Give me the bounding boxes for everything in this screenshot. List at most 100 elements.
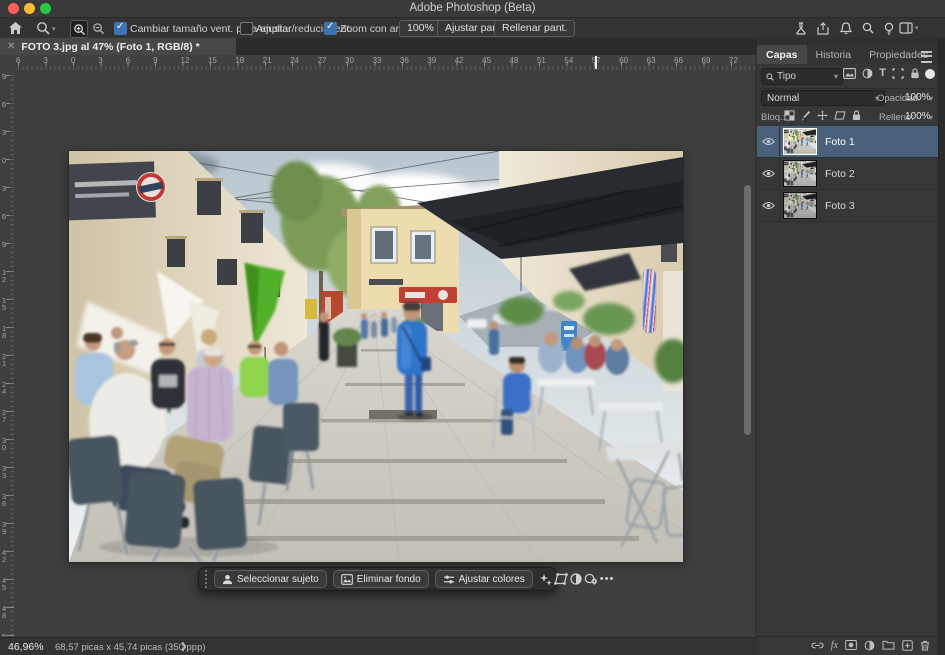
search-icon: [766, 73, 774, 81]
zoom-out-icon[interactable]: [90, 20, 106, 36]
adjust-colors-label: Ajustar colores: [459, 574, 525, 585]
adjust-colors-button[interactable]: Ajustar colores: [435, 570, 533, 588]
option-checkbox-0[interactable]: [114, 22, 127, 35]
layer-visibility-toggle[interactable]: [757, 190, 780, 221]
layer-thumbnail[interactable]: [784, 193, 816, 218]
pixel-filter-icon[interactable]: [843, 68, 856, 79]
layer-row-2[interactable]: Foto 2: [757, 158, 938, 190]
group-icon[interactable]: [882, 640, 895, 650]
zoom-100-button[interactable]: 100%: [399, 20, 442, 37]
layer-name[interactable]: Foto 2: [825, 168, 855, 180]
layer-row-3[interactable]: Foto 3: [757, 190, 938, 222]
layer-thumbnail[interactable]: [784, 129, 816, 154]
new-layer-icon[interactable]: [902, 640, 913, 651]
shape-filter-icon[interactable]: [892, 68, 904, 79]
layer-filter-label: Tipo: [777, 71, 796, 82]
layer-list: Foto 1 Foto 2 Foto 3: [757, 126, 938, 222]
eye-icon: [762, 169, 775, 178]
lock-row: Bloq.: Relleno: 100% ▾: [757, 107, 938, 127]
lock-transparency-icon[interactable]: [784, 110, 795, 121]
taskbar-drag-handle[interactable]: [205, 570, 207, 588]
layer-visibility-toggle[interactable]: [757, 158, 780, 189]
tool-preset-chevron-icon[interactable]: ▾: [52, 25, 56, 33]
blend-mode-row: Normal ▾ Opacidad: 100% ▾: [757, 88, 938, 107]
document-canvas-photo[interactable]: [69, 151, 683, 562]
tab-historia[interactable]: Historia: [807, 45, 861, 64]
discover-icon[interactable]: [881, 20, 897, 36]
ruler-cursor-indicator: [595, 56, 597, 69]
search-icon[interactable]: [860, 20, 876, 36]
zoom-in-icon[interactable]: [70, 20, 88, 38]
document-tab-bar: ✕ FOTO 3.jpg al 47% (Foto 1, RGB/8) *: [0, 38, 757, 55]
layers-panel: Capas Historia Propiedades Tipo ▾ T Norm: [757, 45, 938, 655]
blend-mode-select[interactable]: Normal ▾: [761, 90, 885, 106]
adjustment-filter-icon[interactable]: [862, 68, 873, 79]
filter-toggle[interactable]: [925, 69, 935, 79]
layer-name[interactable]: Foto 1: [825, 136, 855, 148]
lock-pixels-brush-icon[interactable]: [801, 110, 811, 121]
delete-layer-icon[interactable]: [920, 640, 930, 651]
ruler-corner[interactable]: [0, 55, 15, 71]
lock-all-icon[interactable]: [852, 110, 861, 121]
smart-object-filter-icon[interactable]: [910, 68, 920, 79]
workspace-chevron-icon[interactable]: ▾: [915, 24, 919, 32]
layer-name[interactable]: Foto 3: [825, 200, 855, 212]
lock-label: Bloq.:: [761, 112, 785, 123]
type-filter-icon[interactable]: T: [879, 68, 886, 79]
option-checkbox-1-label[interactable]: Ampliar/reducir vent.: [256, 23, 352, 35]
beta-flask-icon[interactable]: [793, 20, 809, 36]
photoshop-window: Adobe Photoshop (Beta) ▾ Cambiar tamaño …: [0, 0, 945, 655]
layer-row-1[interactable]: Foto 1: [757, 126, 938, 158]
layer-filter-type-dropdown[interactable]: Tipo ▾: [761, 68, 843, 85]
eye-icon: [762, 201, 775, 210]
transform-icon[interactable]: [554, 571, 568, 587]
adjustment-layer-icon[interactable]: [864, 640, 875, 651]
share-icon[interactable]: [815, 20, 831, 36]
fill-chevron-icon[interactable]: ▾: [929, 113, 933, 122]
opacity-chevron-icon[interactable]: ▾: [929, 94, 933, 103]
status-chevron-icon[interactable]: ❯: [180, 641, 188, 652]
sliders-icon: [443, 574, 455, 585]
panel-tab-bar: Capas Historia Propiedades: [757, 45, 938, 64]
home-icon[interactable]: [7, 20, 23, 36]
generative-fill-icon[interactable]: [539, 571, 552, 587]
link-layers-icon[interactable]: [811, 641, 824, 650]
person-icon: [222, 574, 233, 585]
zoom-tool-icon[interactable]: [35, 20, 51, 36]
title-bar: Adobe Photoshop (Beta): [0, 0, 945, 18]
bell-icon[interactable]: [838, 20, 854, 36]
panel-gap: [757, 38, 938, 45]
option-checkbox-2[interactable]: [324, 22, 337, 35]
horizontal-ruler[interactable]: 6303691215182124273033363942454851545760…: [14, 55, 755, 71]
layer-thumbnail[interactable]: [784, 161, 816, 186]
fill-value[interactable]: 100%: [905, 111, 931, 122]
layer-effects-icon[interactable]: fx: [831, 640, 838, 651]
close-tab-icon[interactable]: ✕: [7, 41, 15, 52]
collapsed-dock-strip[interactable]: [938, 38, 945, 655]
document-tab-title: FOTO 3.jpg al 47% (Foto 1, RGB/8) *: [21, 41, 199, 53]
fill-screen-button[interactable]: Rellenar pant.: [494, 20, 575, 37]
zoom-percentage[interactable]: 46,96%: [8, 641, 44, 653]
remove-background-label: Eliminar fondo: [357, 574, 421, 585]
more-options-icon[interactable]: •••: [600, 571, 615, 587]
layer-visibility-toggle[interactable]: [757, 126, 780, 157]
eye-icon: [762, 137, 775, 146]
lock-position-icon[interactable]: [817, 110, 828, 121]
document-tab[interactable]: ✕ FOTO 3.jpg al 47% (Foto 1, RGB/8) *: [0, 38, 236, 55]
select-subject-label: Seleccionar sujeto: [237, 574, 319, 585]
lock-artboard-icon[interactable]: [834, 110, 846, 121]
panel-menu-icon[interactable]: [921, 51, 932, 63]
layer-mask-icon[interactable]: [845, 640, 857, 650]
vertical-ruler[interactable]: 96303691 21 51 82 12 42 73 03 33 63 94 2…: [0, 70, 15, 637]
option-checkbox-1[interactable]: [240, 22, 253, 35]
remove-background-button[interactable]: Eliminar fondo: [333, 570, 429, 588]
adjustments-icon[interactable]: [570, 571, 582, 587]
status-bar: 46,96% 68,57 picas x 45,74 picas (350 pp…: [0, 637, 757, 655]
select-subject-button[interactable]: Seleccionar sujeto: [214, 570, 327, 588]
canvas-vertical-scrollbar[interactable]: [744, 185, 751, 435]
workspace-icon[interactable]: [898, 20, 914, 36]
contextual-task-bar: Seleccionar sujeto Eliminar fondo Ajusta…: [198, 567, 557, 591]
opacity-value[interactable]: 100%: [905, 92, 931, 103]
harmonize-icon[interactable]: [584, 571, 598, 587]
tab-capas[interactable]: Capas: [757, 45, 807, 64]
